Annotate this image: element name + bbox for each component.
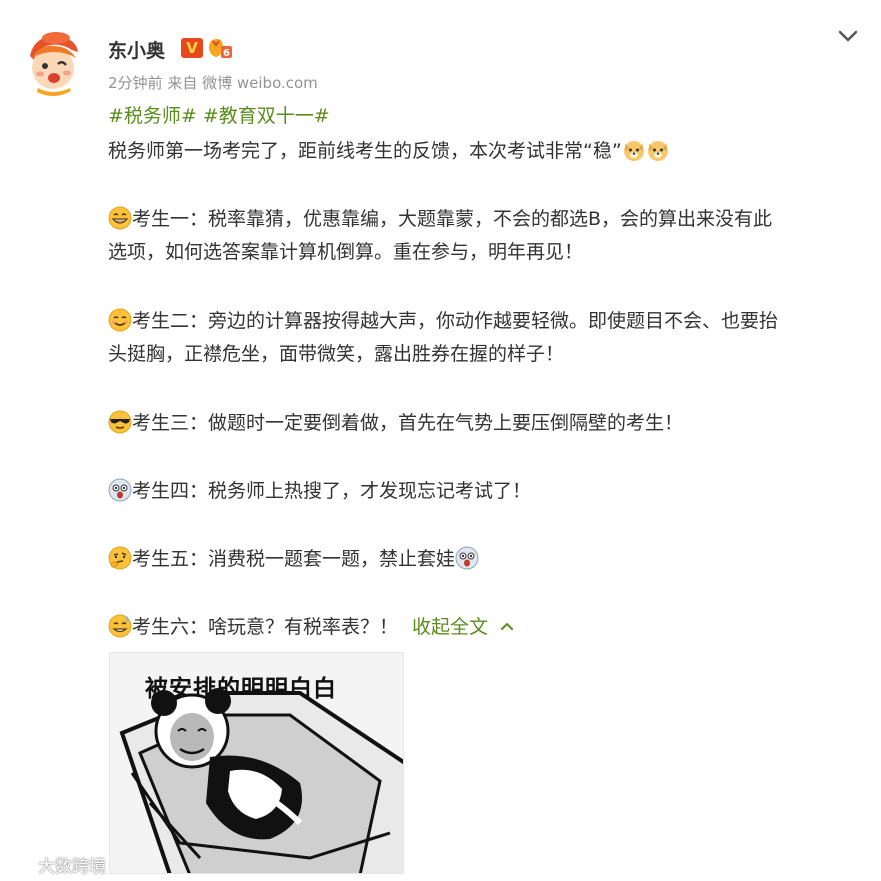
post-text: 选项，如何选答案靠计算机倒算。重在参与，明年再见！ bbox=[108, 241, 584, 263]
post-time[interactable]: 2分钟前 bbox=[108, 74, 163, 92]
doge-emoji-icon bbox=[646, 138, 670, 162]
post-text: 税务师第一场考完了，距前线考生的反馈，本次考试非常“稳” bbox=[108, 140, 622, 162]
post-text-line: 头挺胸，正襟危坐，面带微笑，露出胜券在握的样子！ bbox=[108, 340, 564, 368]
post-image[interactable]: 被安排的明明白白 bbox=[109, 652, 404, 874]
topic-link[interactable]: #教育双十一# bbox=[203, 105, 330, 127]
post-text-line: 考生四：税务师上热搜了，才发现忘记考试了！ bbox=[108, 477, 531, 505]
post-meta: 2分钟前 来自 微博 weibo.com bbox=[108, 72, 318, 93]
source-prefix: 来自 bbox=[167, 74, 198, 92]
post-text: 考生六：啥玩意？有税率表？！ bbox=[132, 616, 399, 638]
post-text-line: 选项，如何选答案靠计算机倒算。重在参与，明年再见！ bbox=[108, 238, 583, 266]
post-text-line: 考生一：税率靠猜，优惠靠编，大题靠蒙，不会的都选B，会的算出来没有此 bbox=[108, 205, 772, 233]
post-text-line: 考生六：啥玩意？有税率表？！ 收起全文 bbox=[108, 613, 514, 641]
watermark-logo-icon bbox=[8, 856, 38, 876]
topics-line: #税务师# #教育双十一# bbox=[108, 102, 330, 130]
chevron-up-icon[interactable] bbox=[500, 613, 514, 630]
watermark: 大数跨境 bbox=[8, 852, 106, 877]
post-source[interactable]: 微博 weibo.com bbox=[202, 74, 318, 92]
shocked-emoji-icon bbox=[108, 478, 132, 502]
shocked-emoji-icon bbox=[455, 546, 479, 570]
svg-text:6: 6 bbox=[223, 48, 230, 59]
post-text-line: 税务师第一场考完了，距前线考生的反馈，本次考试非常“稳” bbox=[108, 137, 670, 165]
sweat-emoji-icon bbox=[108, 614, 132, 638]
post-text: 考生五：消费税一题套一题，禁止套娃 bbox=[132, 548, 456, 570]
post-text: 考生一：税率靠猜，优惠靠编，大题靠蒙，不会的都选B，会的算出来没有此 bbox=[132, 208, 773, 230]
post-text-line: 考生五：消费税一题套一题，禁止套娃 bbox=[108, 545, 479, 573]
post-text: 考生三：做题时一定要倒着做，首先在气势上要压倒隔壁的考生！ bbox=[132, 412, 684, 434]
coffin-panda-illustration bbox=[119, 688, 403, 873]
grin-emoji-icon bbox=[108, 206, 132, 230]
thinking-emoji-icon bbox=[108, 546, 132, 570]
weibo-post-card: 东小奥 V 6 2分钟前 来自 微博 weibo.com #税务师# #教育双十… bbox=[0, 0, 881, 881]
smile-emoji-icon bbox=[108, 308, 132, 332]
topic-link[interactable]: #税务师# bbox=[108, 105, 197, 127]
sunglasses-emoji-icon bbox=[108, 410, 132, 434]
author-name[interactable]: 东小奥 bbox=[108, 36, 165, 63]
collapse-full-text-link[interactable]: 收起全文 bbox=[412, 616, 488, 638]
avatar[interactable] bbox=[20, 30, 86, 96]
post-text: 考生二：旁边的计算器按得越大声，你动作越要轻微。即使题目不会、也要抬 bbox=[132, 310, 779, 332]
post-text: 考生四：税务师上热搜了，才发现忘记考试了！ bbox=[132, 480, 532, 502]
post-text-line: 考生三：做题时一定要倒着做，首先在气势上要压倒隔壁的考生！ bbox=[108, 409, 683, 437]
post-text-line: 考生二：旁边的计算器按得越大声，你动作越要轻微。即使题目不会、也要抬 bbox=[108, 307, 778, 335]
chevron-down-icon[interactable] bbox=[836, 24, 860, 48]
level-badge-icon: 6 bbox=[207, 37, 233, 59]
post-text: 头挺胸，正襟危坐，面带微笑，露出胜券在握的样子！ bbox=[108, 343, 565, 365]
doge-emoji-icon bbox=[622, 138, 646, 162]
vip-badge: V bbox=[181, 38, 203, 58]
watermark-text: 大数跨境 bbox=[38, 857, 106, 877]
